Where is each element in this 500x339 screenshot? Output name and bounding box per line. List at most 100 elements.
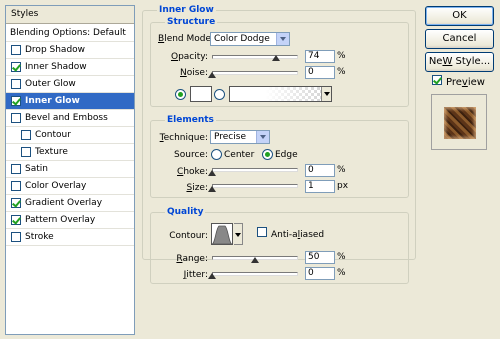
stroke-checkbox[interactable] (11, 232, 21, 242)
styles-item-texture[interactable]: Texture (6, 144, 134, 161)
blend-mode-select[interactable]: Color Dodge (210, 32, 290, 46)
styles-item-stroke[interactable]: Stroke (6, 229, 134, 246)
styles-item-label: Gradient Overlay (25, 198, 103, 208)
style-preview-thumbnail (444, 107, 476, 139)
structure-title: Structure (165, 17, 218, 27)
noise-label: Noise: (180, 68, 208, 78)
opacity-unit: % (337, 51, 346, 61)
jitter-unit: % (337, 268, 346, 278)
jitter-slider-thumb[interactable] (208, 273, 216, 279)
anti-aliased-checkbox[interactable] (257, 227, 267, 237)
contour-dropdown-button[interactable] (234, 223, 243, 245)
noise-field[interactable]: 0 (305, 66, 335, 79)
size-label: Size: (186, 183, 208, 193)
contour-picker[interactable] (211, 223, 233, 245)
contour-label: Contour: (169, 231, 208, 241)
styles-item-outer-glow[interactable]: Outer Glow (6, 76, 134, 93)
range-label: Range: (176, 254, 208, 264)
contour-curve-icon (211, 225, 233, 245)
choke-slider[interactable] (212, 168, 298, 172)
noise-slider-thumb[interactable] (208, 72, 216, 78)
styles-item-label: Inner Glow (25, 96, 80, 106)
styles-item-label: Blending Options: Default (10, 28, 126, 38)
styles-item-label: Color Overlay (25, 181, 87, 191)
new-style-button[interactable]: NeW Style... (425, 52, 494, 72)
range-field[interactable]: 50 (305, 251, 335, 264)
drop-shadow-checkbox[interactable] (11, 45, 21, 55)
preview-checkbox[interactable] (432, 75, 442, 85)
bevel-emboss-checkbox[interactable] (11, 113, 21, 123)
range-unit: % (337, 252, 346, 262)
styles-item-pattern-overlay[interactable]: Pattern Overlay (6, 212, 134, 229)
styles-item-label: Texture (35, 147, 68, 157)
inner-glow-checkbox[interactable] (11, 96, 21, 106)
style-preview (431, 94, 487, 150)
styles-list-header: Styles (6, 6, 134, 24)
styles-item-drop-shadow[interactable]: Drop Shadow (6, 42, 134, 59)
gradient-overlay-checkbox[interactable] (11, 198, 21, 208)
chevron-down-icon (321, 87, 331, 101)
size-slider[interactable] (212, 184, 298, 188)
size-field[interactable]: 1 (305, 180, 335, 193)
texture-checkbox[interactable] (21, 147, 31, 157)
styles-item-color-overlay[interactable]: Color Overlay (6, 178, 134, 195)
quality-title: Quality (165, 207, 206, 217)
technique-label: Technique: (159, 133, 208, 143)
jitter-field[interactable]: 0 (305, 267, 335, 280)
noise-slider[interactable] (212, 71, 298, 75)
opacity-label: Opacity: (170, 52, 208, 62)
technique-select[interactable]: Precise (210, 130, 270, 144)
source-center-label[interactable]: Center (224, 150, 254, 160)
styles-item-label: Bevel and Emboss (25, 113, 108, 123)
styles-item-inner-shadow[interactable]: Inner Shadow (6, 59, 134, 76)
jitter-slider[interactable] (212, 272, 298, 276)
choke-unit: % (337, 165, 346, 175)
source-label: Source: (174, 150, 208, 160)
styles-item-label: Contour (35, 130, 71, 140)
cancel-button[interactable]: Cancel (425, 29, 494, 49)
outer-glow-checkbox[interactable] (11, 79, 21, 89)
chevron-down-icon (256, 131, 269, 143)
source-edge-radio[interactable] (262, 149, 273, 160)
size-unit: px (337, 181, 349, 191)
styles-item-satin[interactable]: Satin (6, 161, 134, 178)
styles-item-blending-options[interactable]: Blending Options: Default (6, 25, 134, 42)
inner-glow-title: Inner Glow (157, 5, 216, 15)
styles-item-label: Drop Shadow (25, 45, 86, 55)
glow-color-swatch[interactable] (190, 86, 212, 102)
contour-checkbox[interactable] (21, 130, 31, 140)
anti-aliased-label[interactable]: Anti-aliased (271, 230, 324, 240)
gradient-radio[interactable] (214, 89, 225, 100)
source-center-radio[interactable] (211, 149, 222, 160)
jitter-label: Jitter: (183, 270, 208, 280)
solid-color-radio[interactable] (175, 89, 186, 100)
styles-item-label: Outer Glow (25, 79, 76, 89)
size-slider-thumb[interactable] (208, 186, 217, 192)
blend-mode-label: Blend Mode: (158, 34, 215, 44)
styles-item-bevel-emboss[interactable]: Bevel and Emboss (6, 110, 134, 127)
satin-checkbox[interactable] (11, 164, 21, 174)
opacity-slider[interactable] (212, 55, 298, 59)
styles-item-label: Stroke (25, 232, 54, 242)
color-overlay-checkbox[interactable] (11, 181, 21, 191)
styles-item-contour[interactable]: Contour (6, 127, 134, 144)
choke-slider-thumb[interactable] (208, 170, 216, 176)
gradient-picker[interactable] (229, 86, 332, 102)
styles-item-inner-glow[interactable]: Inner Glow (6, 93, 134, 110)
range-slider-thumb[interactable] (251, 257, 259, 263)
ok-button[interactable]: OK (425, 6, 494, 26)
noise-unit: % (337, 67, 346, 77)
elements-title: Elements (165, 115, 216, 125)
opacity-slider-thumb[interactable] (271, 55, 280, 61)
source-edge-label[interactable]: Edge (275, 150, 298, 160)
pattern-overlay-checkbox[interactable] (11, 215, 21, 225)
choke-field[interactable]: 0 (305, 164, 335, 177)
opacity-field[interactable]: 74 (305, 50, 335, 63)
chevron-down-icon (276, 33, 289, 45)
styles-item-label: Pattern Overlay (25, 215, 96, 225)
styles-item-label: Satin (25, 164, 48, 174)
styles-list: Styles Blending Options: Default Drop Sh… (5, 5, 135, 335)
styles-item-gradient-overlay[interactable]: Gradient Overlay (6, 195, 134, 212)
preview-label[interactable]: Preview (446, 77, 485, 88)
inner-shadow-checkbox[interactable] (11, 62, 21, 72)
